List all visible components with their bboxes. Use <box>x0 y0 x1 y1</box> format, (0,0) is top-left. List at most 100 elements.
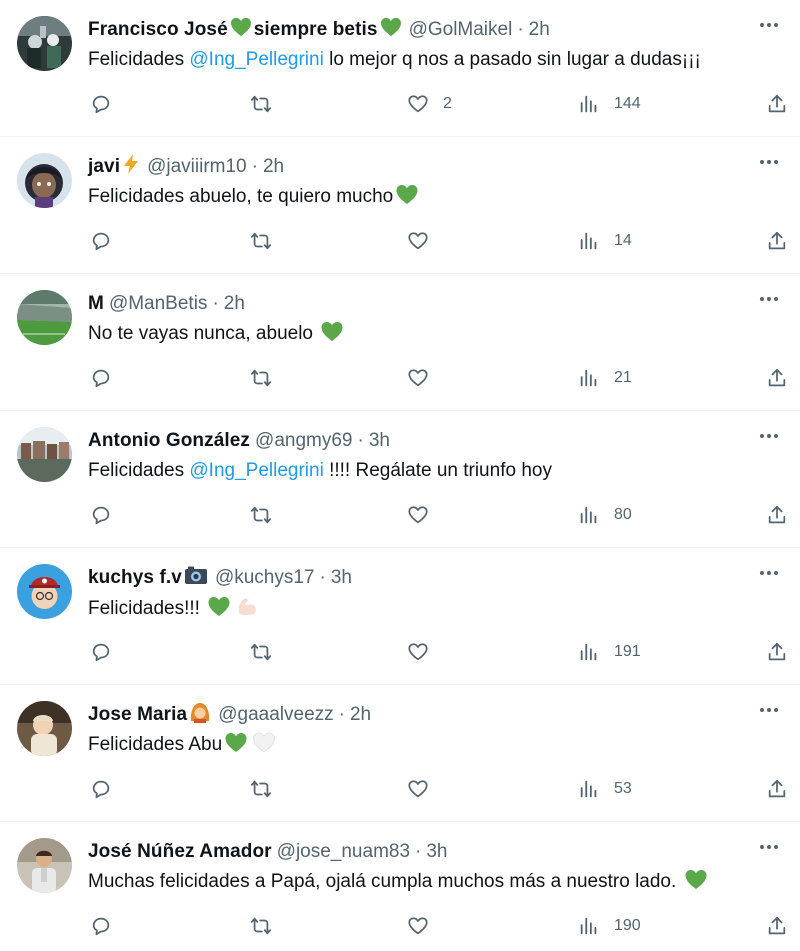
display-name-suffix[interactable]: siempre betis <box>254 19 378 41</box>
display-name[interactable]: Jose Maria <box>88 704 187 726</box>
more-options-icon[interactable] <box>752 425 786 447</box>
timestamp[interactable]: 3h <box>426 841 447 863</box>
timestamp[interactable]: 3h <box>369 430 390 452</box>
tweet[interactable]: Jose Maria @gaaalveezz · 2h Felicidades … <box>0 685 800 822</box>
user-handle[interactable]: @gaaalveezz <box>218 704 333 726</box>
retweet-icon <box>250 917 272 935</box>
tweet[interactable]: javi @javiiirm10 · 2h Felicidades abuelo… <box>0 137 800 274</box>
avatar[interactable] <box>17 427 72 482</box>
more-options-icon[interactable] <box>752 562 786 584</box>
share-button[interactable] <box>766 777 788 801</box>
reply-button[interactable] <box>90 229 112 253</box>
views-button[interactable]: 190 <box>578 914 641 938</box>
avatar[interactable] <box>17 564 72 619</box>
tweet[interactable]: M @ManBetis · 2h No te vayas nunca, abue… <box>0 274 800 411</box>
share-button[interactable] <box>766 92 788 116</box>
timestamp[interactable]: 2h <box>224 293 245 315</box>
reply-button[interactable] <box>90 640 112 664</box>
tweet[interactable]: José Núñez Amador @jose_nuam83 · 3h Much… <box>0 822 800 951</box>
views-button[interactable]: 144 <box>578 92 641 116</box>
like-button[interactable] <box>407 503 443 527</box>
tweet[interactable]: Francisco José siempre betis @GolMaikel … <box>0 0 800 137</box>
retweet-button[interactable] <box>250 366 272 390</box>
analytics-icon <box>580 95 597 113</box>
timestamp[interactable]: 2h <box>263 156 284 178</box>
green-heart-emoji <box>684 869 708 898</box>
tweet-header: M @ManBetis · 2h <box>88 291 740 317</box>
share-button[interactable] <box>766 640 788 664</box>
display-name[interactable]: José Núñez Amador <box>88 841 272 863</box>
display-name[interactable]: javi <box>88 156 120 178</box>
user-handle[interactable]: @jose_nuam83 <box>277 841 410 863</box>
user-handle[interactable]: @javiiirm10 <box>147 156 247 178</box>
tweet[interactable]: kuchys f.v @kuchys17 · 3h Felicidades!!! <box>0 548 800 685</box>
like-button[interactable] <box>407 640 443 664</box>
views-button[interactable]: 53 <box>578 777 632 801</box>
user-handle[interactable]: @GolMaikel <box>409 19 513 41</box>
analytics-icon <box>580 232 597 250</box>
share-icon <box>768 94 786 113</box>
mention-link[interactable]: @Ing_Pellegrini <box>189 460 323 481</box>
reply-button[interactable] <box>90 366 112 390</box>
share-button[interactable] <box>766 503 788 527</box>
separator-dot: · <box>251 156 258 177</box>
display-name[interactable]: Antonio González <box>88 430 250 452</box>
tweet[interactable]: Antonio González @angmy69 · 3h Felicidad… <box>0 411 800 548</box>
reply-button[interactable] <box>90 503 112 527</box>
retweet-button[interactable] <box>250 229 272 253</box>
like-button[interactable]: 2 <box>407 92 452 116</box>
mention-link[interactable]: @Ing_Pellegrini <box>189 49 323 70</box>
user-handle[interactable]: @kuchys17 <box>215 567 315 589</box>
reply-button[interactable] <box>90 914 112 938</box>
avatar[interactable] <box>17 16 72 71</box>
like-button[interactable] <box>407 777 443 801</box>
display-name[interactable]: kuchys f.v <box>88 567 182 589</box>
avatar[interactable] <box>17 701 72 756</box>
retweet-button[interactable] <box>250 777 272 801</box>
views-button[interactable]: 80 <box>578 503 632 527</box>
like-button[interactable] <box>407 914 443 938</box>
display-name[interactable]: M <box>88 293 104 315</box>
analytics-icon <box>580 369 597 387</box>
more-options-icon[interactable] <box>752 699 786 721</box>
retweet-button[interactable] <box>250 503 272 527</box>
green-heart-emoji <box>224 732 248 761</box>
views-button[interactable]: 14 <box>578 229 632 253</box>
tweet-actions: 14 <box>0 229 800 253</box>
share-button[interactable] <box>766 366 788 390</box>
timestamp[interactable]: 2h <box>350 704 371 726</box>
camera-emoji <box>184 565 208 591</box>
display-name[interactable]: Francisco José <box>88 19 228 41</box>
tweet-header: kuchys f.v @kuchys17 · 3h <box>88 565 740 591</box>
retweet-button[interactable] <box>250 914 272 938</box>
reply-button[interactable] <box>90 777 112 801</box>
more-options-icon[interactable] <box>752 151 786 173</box>
separator-dot: · <box>415 841 422 862</box>
more-options-icon[interactable] <box>752 836 786 858</box>
timestamp[interactable]: 2h <box>529 19 550 41</box>
user-handle[interactable]: @angmy69 <box>255 430 352 452</box>
tweet-actions: 190 <box>0 914 800 938</box>
tweet-actions: 21 <box>0 366 800 390</box>
lightning-emoji <box>122 153 140 181</box>
like-button[interactable] <box>407 366 443 390</box>
views-button[interactable]: 191 <box>578 640 641 664</box>
like-button[interactable] <box>407 229 443 253</box>
view-count: 144 <box>614 95 641 112</box>
avatar[interactable] <box>17 838 72 893</box>
views-button[interactable]: 21 <box>578 366 632 390</box>
reply-button[interactable] <box>90 92 112 116</box>
more-options-icon[interactable] <box>752 288 786 310</box>
timestamp[interactable]: 3h <box>331 567 352 589</box>
share-button[interactable] <box>766 914 788 938</box>
user-handle[interactable]: @ManBetis <box>109 293 208 315</box>
retweet-button[interactable] <box>250 640 272 664</box>
tweet-header: javi @javiiirm10 · 2h <box>88 154 740 180</box>
avatar[interactable] <box>17 153 72 208</box>
avatar[interactable] <box>17 290 72 345</box>
heart-icon <box>408 506 428 524</box>
heart-icon <box>408 780 428 798</box>
more-options-icon[interactable] <box>752 14 786 36</box>
retweet-button[interactable] <box>250 92 272 116</box>
share-button[interactable] <box>766 229 788 253</box>
